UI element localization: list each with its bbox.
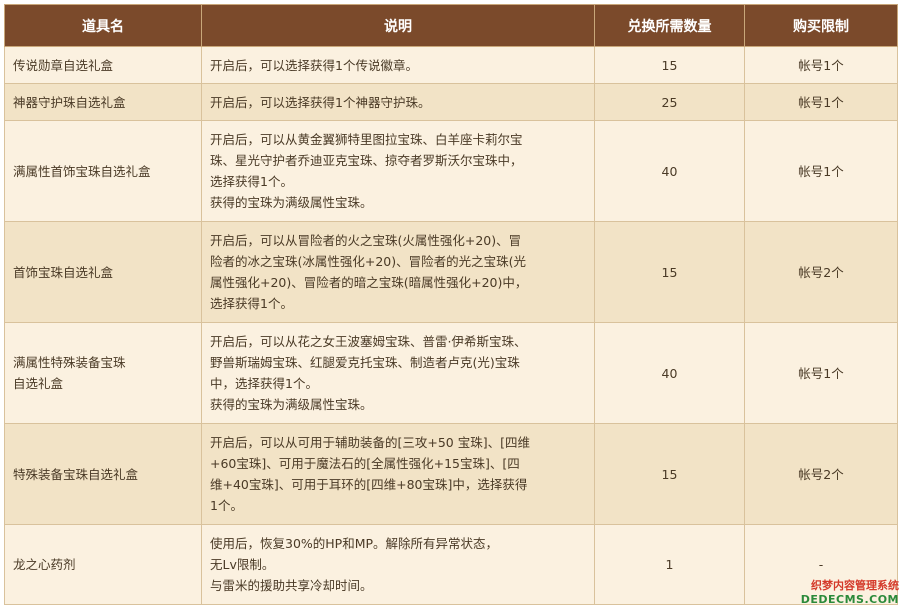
table-header-row: 道具名 说明 兑换所需数量 购买限制 bbox=[4, 4, 898, 47]
item-quantity-cell: 40 bbox=[594, 120, 745, 222]
table-row: 首饰宝珠自选礼盒 开启后，可以从冒险者的火之宝珠(火属性强化+20)、冒 险者的… bbox=[4, 221, 898, 323]
item-name-cell: 特殊装备宝珠自选礼盒 bbox=[4, 423, 202, 525]
item-name-cell: 传说勋章自选礼盒 bbox=[4, 46, 202, 84]
item-quantity-cell: 15 bbox=[594, 221, 745, 323]
item-quantity-cell: 15 bbox=[594, 46, 745, 84]
item-quantity-cell: 40 bbox=[594, 322, 745, 424]
item-quantity-cell: 15 bbox=[594, 423, 745, 525]
item-description-cell: 开启后，可以从黄金翼狮特里图拉宝珠、白羊座卡莉尔宝 珠、星光守护者乔迪亚克宝珠、… bbox=[201, 120, 595, 222]
item-quantity-cell: 1 bbox=[594, 524, 745, 605]
item-name-cell: 首饰宝珠自选礼盒 bbox=[4, 221, 202, 323]
items-table: 道具名 说明 兑换所需数量 购买限制 传说勋章自选礼盒 开启后，可以选择获得1个… bbox=[4, 4, 898, 605]
watermark-cn-text: 织梦内容管理系统 bbox=[811, 579, 899, 592]
item-limit-cell: 帐号2个 bbox=[744, 221, 898, 323]
item-description-cell: 使用后，恢复30%的HP和MP。解除所有异常状态， 无Lv限制。 与雷米的援助共… bbox=[201, 524, 595, 605]
item-limit-cell: 帐号1个 bbox=[744, 120, 898, 222]
item-description-cell: 开启后，可以从花之女王波塞姆宝珠、普雷·伊希斯宝珠、 野兽斯瑞姆宝珠、红腿爱克托… bbox=[201, 322, 595, 424]
item-limit-cell: 帐号2个 bbox=[744, 423, 898, 525]
table-row: 满属性首饰宝珠自选礼盒 开启后，可以从黄金翼狮特里图拉宝珠、白羊座卡莉尔宝 珠、… bbox=[4, 120, 898, 222]
item-description-cell: 开启后，可以选择获得1个神器守护珠。 bbox=[201, 83, 595, 121]
table-row: 神器守护珠自选礼盒 开启后，可以选择获得1个神器守护珠。 25 帐号1个 bbox=[4, 83, 898, 121]
item-limit-cell: 帐号1个 bbox=[744, 322, 898, 424]
table-row: 满属性特殊装备宝珠 自选礼盒 开启后，可以从花之女王波塞姆宝珠、普雷·伊希斯宝珠… bbox=[4, 322, 898, 424]
item-quantity-cell: 25 bbox=[594, 83, 745, 121]
table-row: 龙之心药剂 使用后，恢复30%的HP和MP。解除所有异常状态， 无Lv限制。 与… bbox=[4, 524, 898, 605]
item-name-cell: 满属性首饰宝珠自选礼盒 bbox=[4, 120, 202, 222]
watermark: 织梦内容管理系统 DEDECMS.COM bbox=[789, 579, 899, 607]
table-row: 传说勋章自选礼盒 开启后，可以选择获得1个传说徽章。 15 帐号1个 bbox=[4, 46, 898, 84]
table-row: 特殊装备宝珠自选礼盒 开启后，可以从可用于辅助装备的[三攻+50 宝珠]、[四维… bbox=[4, 423, 898, 525]
item-name-cell: 龙之心药剂 bbox=[4, 524, 202, 605]
item-description-cell: 开启后，可以选择获得1个传说徽章。 bbox=[201, 46, 595, 84]
item-description-cell: 开启后，可以从可用于辅助装备的[三攻+50 宝珠]、[四维 +60宝珠]、可用于… bbox=[201, 423, 595, 525]
item-limit-cell: 帐号1个 bbox=[744, 46, 898, 84]
item-limit-cell: 帐号1个 bbox=[744, 83, 898, 121]
header-description: 说明 bbox=[201, 4, 595, 47]
item-description-cell: 开启后，可以从冒险者的火之宝珠(火属性强化+20)、冒 险者的冰之宝珠(冰属性强… bbox=[201, 221, 595, 323]
header-exchange-quantity: 兑换所需数量 bbox=[594, 4, 745, 47]
watermark-url-text: DEDECMS.COM bbox=[800, 593, 899, 606]
item-name-cell: 满属性特殊装备宝珠 自选礼盒 bbox=[4, 322, 202, 424]
item-name-cell: 神器守护珠自选礼盒 bbox=[4, 83, 202, 121]
header-item-name: 道具名 bbox=[4, 4, 202, 47]
header-purchase-limit: 购买限制 bbox=[744, 4, 898, 47]
